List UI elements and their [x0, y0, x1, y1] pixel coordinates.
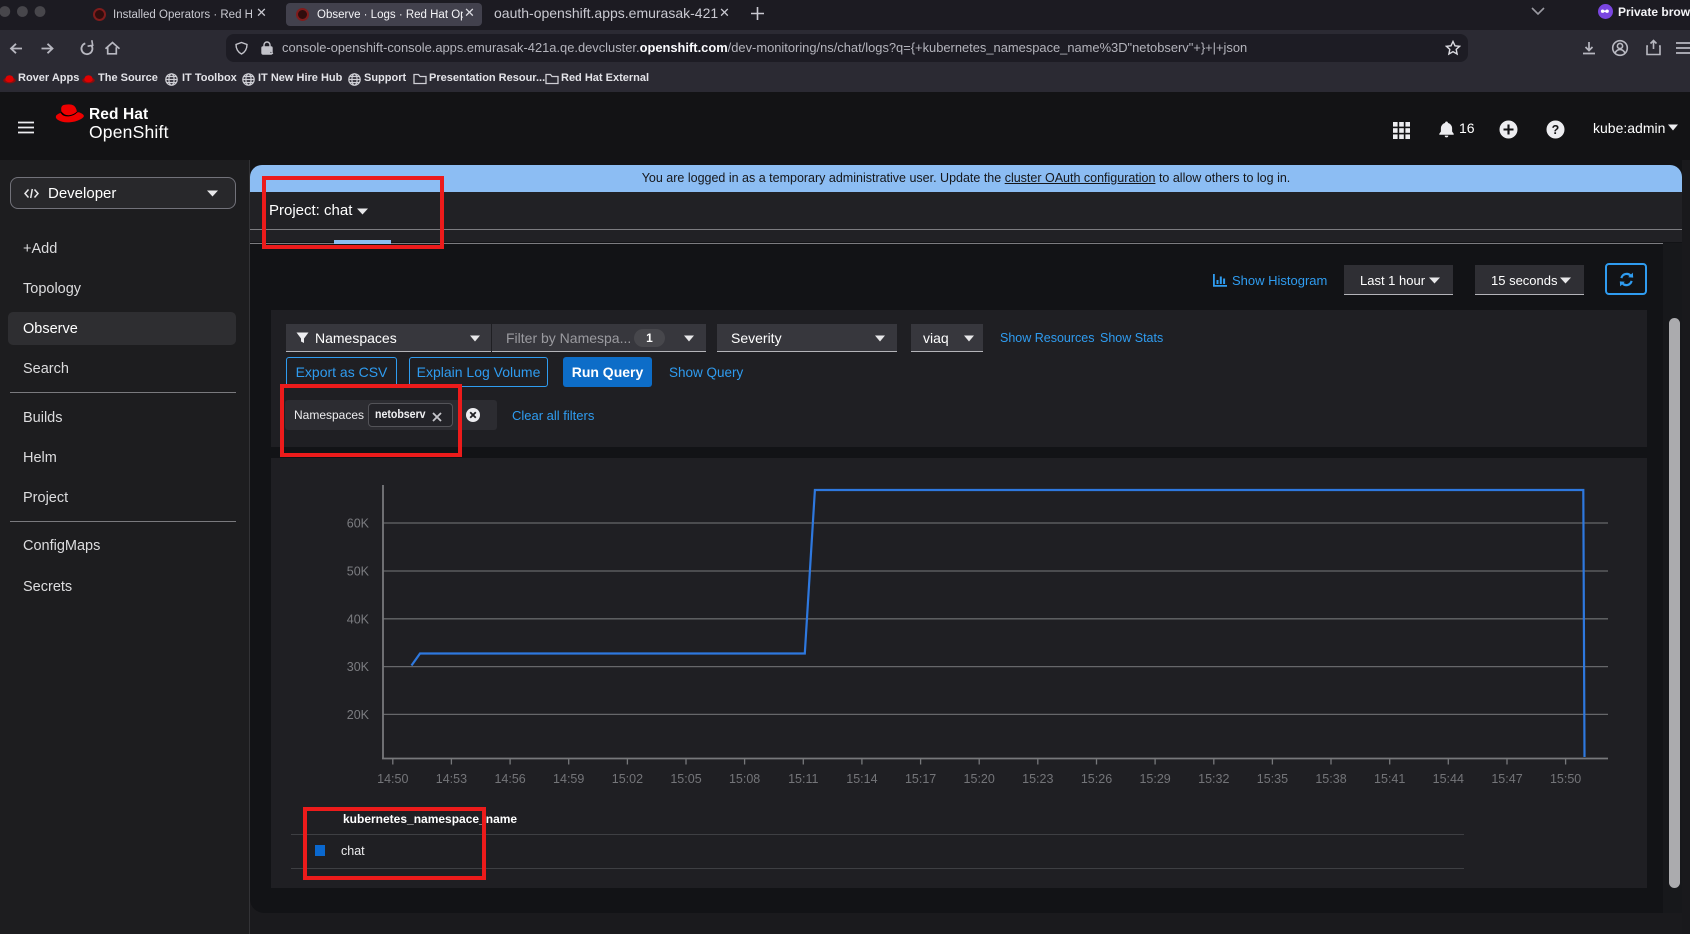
- svg-text:60K: 60K: [347, 517, 370, 531]
- svg-text:15:44: 15:44: [1433, 772, 1464, 786]
- svg-text:15:20: 15:20: [964, 772, 995, 786]
- svg-text:50K: 50K: [347, 565, 370, 579]
- svg-text:20K: 20K: [347, 708, 370, 722]
- svg-text:14:59: 14:59: [553, 772, 584, 786]
- svg-text:15:35: 15:35: [1257, 772, 1288, 786]
- svg-text:15:11: 15:11: [788, 772, 818, 786]
- svg-text:15:14: 15:14: [846, 772, 877, 786]
- svg-text:40K: 40K: [347, 612, 370, 626]
- svg-text:30K: 30K: [347, 660, 370, 674]
- svg-text:14:56: 14:56: [494, 772, 525, 786]
- svg-text:15:26: 15:26: [1081, 772, 1112, 786]
- svg-text:15:17: 15:17: [905, 772, 936, 786]
- svg-text:15:05: 15:05: [670, 772, 701, 786]
- svg-text:15:47: 15:47: [1491, 772, 1522, 786]
- svg-text:15:50: 15:50: [1550, 772, 1581, 786]
- svg-text:15:41: 15:41: [1374, 772, 1405, 786]
- svg-text:15:02: 15:02: [612, 772, 643, 786]
- svg-text:15:08: 15:08: [729, 772, 760, 786]
- svg-text:15:38: 15:38: [1315, 772, 1346, 786]
- svg-text:15:29: 15:29: [1139, 772, 1170, 786]
- svg-text:?: ?: [1552, 123, 1560, 137]
- svg-text:14:53: 14:53: [436, 772, 467, 786]
- svg-text:14:50: 14:50: [377, 772, 408, 786]
- svg-text:15:32: 15:32: [1198, 772, 1229, 786]
- svg-text:15:23: 15:23: [1022, 772, 1053, 786]
